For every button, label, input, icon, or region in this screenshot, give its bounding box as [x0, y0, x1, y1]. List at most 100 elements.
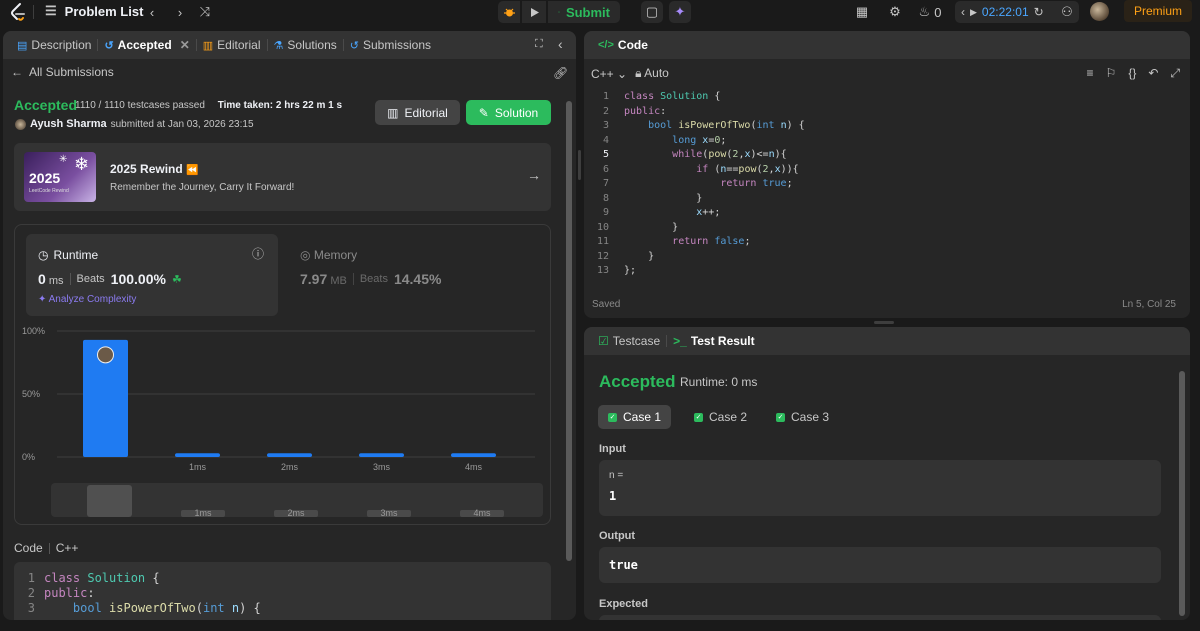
tab-description[interactable]: ▤ Description — [11, 38, 97, 52]
navigator-label: 4ms — [473, 508, 491, 517]
output-box: true — [599, 547, 1161, 583]
solution-button[interactable]: ✎ Solution — [466, 100, 551, 125]
expected-box — [599, 615, 1161, 620]
tab-test-result[interactable]: >_ Test Result — [667, 334, 760, 348]
code-editor-panel: </> Code C++ ⌄ 🔒︎ Auto ≡ ⚐ {} ↶ ⤢ 1 class … — [584, 31, 1190, 318]
runtime-unit: ms — [48, 275, 64, 287]
info-icon[interactable]: ⓘ — [252, 245, 264, 262]
analyze-label: Analyze Complexity — [48, 294, 137, 305]
case-tab-1[interactable]: ✓ Case 1 — [598, 405, 672, 429]
chart-bar[interactable] — [175, 453, 220, 457]
x-tick-label: 2ms — [281, 462, 299, 472]
flask-icon: ⚗ — [273, 39, 284, 52]
chart-bar[interactable] — [267, 453, 312, 457]
all-submissions-label: All Submissions — [29, 65, 114, 79]
submit-label: Submit — [565, 4, 610, 20]
auto-mode[interactable]: 🔒︎ Auto — [635, 66, 669, 81]
arrow-right-icon[interactable]: → — [527, 167, 541, 183]
code-line: 1 class Solution { — [602, 91, 721, 102]
tab-editorial[interactable]: ▥ Editorial — [197, 38, 267, 52]
code-line: 4 long x = 0; — [602, 134, 727, 146]
editorial-button[interactable]: ▥ Editorial — [375, 100, 460, 125]
format-icon[interactable]: ≡ — [1087, 66, 1094, 81]
case-label: Case 3 — [791, 410, 830, 424]
debug-icon[interactable] — [498, 1, 520, 23]
language-select[interactable]: C++ ⌄ — [591, 67, 627, 81]
prev-problem-icon[interactable]: ‹ — [143, 3, 161, 21]
tab-accepted[interactable]: ↺ Accepted ✕ — [98, 38, 195, 52]
submission-meta: 1110 / 1110 testcases passed Time taken:… — [75, 100, 342, 111]
case-tab-3[interactable]: ✓ Case 3 — [766, 405, 839, 429]
reset-icon[interactable]: ↻ — [1034, 5, 1044, 19]
runtime-box[interactable]: ◷ Runtime ⓘ 0 ms Beats 100.00% ☘ ✦ Analy… — [26, 234, 278, 316]
collapse-icon[interactable]: ‹ — [558, 36, 563, 52]
link-icon[interactable]: 🔗︎ — [553, 66, 568, 80]
close-icon[interactable]: ✕ — [180, 38, 190, 52]
play-icon[interactable]: ▶ — [970, 7, 977, 18]
note-icon[interactable]: ▢ — [641, 1, 663, 23]
horizontal-splitter[interactable] — [874, 321, 894, 324]
user-name[interactable]: Ayush Sharma — [30, 118, 107, 130]
check-icon: ✓ — [694, 412, 703, 422]
beats-label: Beats — [76, 273, 105, 285]
clock-icon: ◷ — [38, 248, 49, 262]
avatar[interactable] — [1090, 2, 1109, 21]
edit-icon: ✎ — [478, 105, 489, 120]
bookmark-icon[interactable]: ⚐ — [1106, 66, 1117, 81]
tab-solutions[interactable]: ⚗ Solutions — [268, 38, 343, 52]
scrollbar[interactable] — [566, 101, 572, 561]
premium-button[interactable]: Premium — [1124, 0, 1192, 22]
tab-submissions[interactable]: ↺ Submissions — [344, 38, 437, 52]
result-tabs: ☑ Testcase >_ Test Result — [584, 327, 1190, 355]
braces-icon[interactable]: {} — [1128, 66, 1136, 81]
next-problem-icon[interactable]: › — [171, 3, 189, 21]
rewind-banner[interactable]: ❄ ✳ 2025 LeetCode Rewind 2025 Rewind ⏪ R… — [14, 143, 551, 211]
problem-list-label: Problem List — [64, 3, 144, 19]
navigator-label: 1ms — [194, 508, 212, 517]
editor-tabs: </> Code — [584, 31, 1190, 59]
submit-button[interactable]: Submit — [548, 1, 620, 23]
memory-beats: 14.45% — [393, 271, 442, 287]
vertical-splitter[interactable] — [578, 150, 581, 180]
ai-sparkle-icon[interactable]: ✦ — [669, 1, 691, 23]
scrollbar[interactable] — [1179, 371, 1185, 616]
runtime-header: ◷ Runtime — [38, 248, 98, 262]
chart-bar[interactable] — [359, 453, 404, 457]
chart-navigator[interactable]: 1ms 2ms 3ms 4ms — [51, 483, 543, 517]
shuffle-icon[interactable]: ⤨ — [196, 3, 214, 21]
arrow-left-icon: ← — [11, 65, 23, 79]
tab-label: Editorial — [217, 38, 261, 52]
chevron-left-icon[interactable]: ‹ — [961, 5, 965, 19]
run-submit-group: Submit — [498, 0, 620, 24]
code-header: Code C++ — [14, 541, 78, 555]
code-editor[interactable]: 1 class Solution { 2 public: 3 bool isPowe… — [584, 90, 1190, 279]
reset-icon[interactable]: ↶ — [1148, 66, 1158, 81]
editor-tools: ≡ ⚐ {} ↶ ⤢ — [1087, 66, 1180, 81]
run-button[interactable] — [522, 1, 546, 23]
tab-testcase[interactable]: ☑ Testcase — [592, 334, 666, 348]
beats-label: Beats — [359, 273, 388, 285]
tab-code[interactable]: </> Code — [592, 38, 654, 52]
gear-icon[interactable]: ⚙ — [886, 3, 904, 21]
leetcode-logo-icon[interactable] — [9, 2, 27, 22]
code-lang: C++ — [55, 541, 79, 555]
x-tick-label: 4ms — [465, 462, 483, 472]
fullscreen-icon[interactable]: ⤢ — [1170, 66, 1180, 81]
streak-counter[interactable]: ♨ 0 — [915, 3, 945, 21]
analyze-complexity-link[interactable]: ✦ Analyze Complexity — [38, 294, 136, 305]
history-icon: ↺ — [349, 39, 359, 52]
list-icon: ☰ — [45, 3, 57, 18]
memory-header[interactable]: ◎ Memory — [300, 248, 357, 262]
code-line: 5 while(pow(2, x)<= n){ — [602, 149, 787, 160]
tab-label: Test Result — [690, 334, 755, 348]
add-user-icon[interactable]: ⚇ — [1058, 3, 1076, 21]
all-submissions-link[interactable]: ← All Submissions — [3, 59, 576, 85]
case-tab-2[interactable]: ✓ Case 2 — [684, 405, 757, 429]
layout-grid-icon[interactable]: ▦ — [853, 3, 871, 21]
avatar — [15, 118, 26, 130]
result-status: Accepted — [599, 372, 676, 391]
problem-list-button[interactable]: ☰ Problem List — [45, 3, 143, 19]
maximize-icon[interactable]: ⛶ — [535, 38, 543, 51]
chart-bar[interactable] — [451, 453, 496, 457]
snowflake-icon: ❄ — [74, 154, 90, 174]
